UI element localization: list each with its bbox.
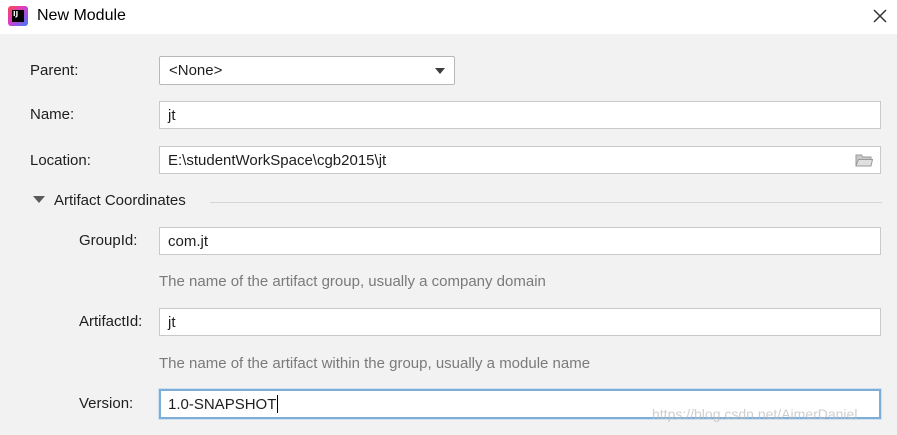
location-field[interactable]: E:\studentWorkSpace\cgb2015\jt <box>159 146 881 174</box>
dropdown-arrow-icon <box>435 68 445 74</box>
artifactid-field-value: jt <box>168 313 176 331</box>
name-field-value: jt <box>168 106 176 124</box>
groupid-label: GroupId: <box>79 232 138 249</box>
folder-icon[interactable] <box>855 153 873 167</box>
window-title: New Module <box>37 7 126 24</box>
groupid-field-value: com.jt <box>168 232 209 250</box>
version-field[interactable]: 1.0-SNAPSHOT <box>159 389 881 419</box>
version-label: Version: <box>79 395 134 412</box>
name-field[interactable]: jt <box>159 101 881 129</box>
title-bar: IJ New Module <box>0 0 897 34</box>
groupid-field[interactable]: com.jt <box>159 227 881 255</box>
location-field-value: E:\studentWorkSpace\cgb2015\jt <box>168 151 387 169</box>
close-button[interactable] <box>869 5 891 27</box>
section-divider <box>210 202 882 203</box>
name-label: Name: <box>30 106 75 123</box>
groupid-hint: The name of the artifact group, usually … <box>159 273 546 290</box>
intellij-app-icon: IJ <box>8 6 28 26</box>
text-caret <box>277 395 279 413</box>
artifactid-hint: The name of the artifact within the grou… <box>159 355 591 372</box>
parent-select-value: <None> <box>169 62 223 79</box>
artifactid-field[interactable]: jt <box>159 308 881 336</box>
version-field-value: 1.0-SNAPSHOT <box>168 395 277 413</box>
close-icon <box>873 9 887 23</box>
parent-select[interactable]: <None> <box>159 56 455 85</box>
artifactid-label: ArtifactId: <box>79 313 143 330</box>
parent-label: Parent: <box>30 62 79 79</box>
artifact-section-title: Artifact Coordinates <box>54 192 186 209</box>
collapse-triangle-icon[interactable] <box>33 196 45 203</box>
location-label: Location: <box>30 152 91 169</box>
